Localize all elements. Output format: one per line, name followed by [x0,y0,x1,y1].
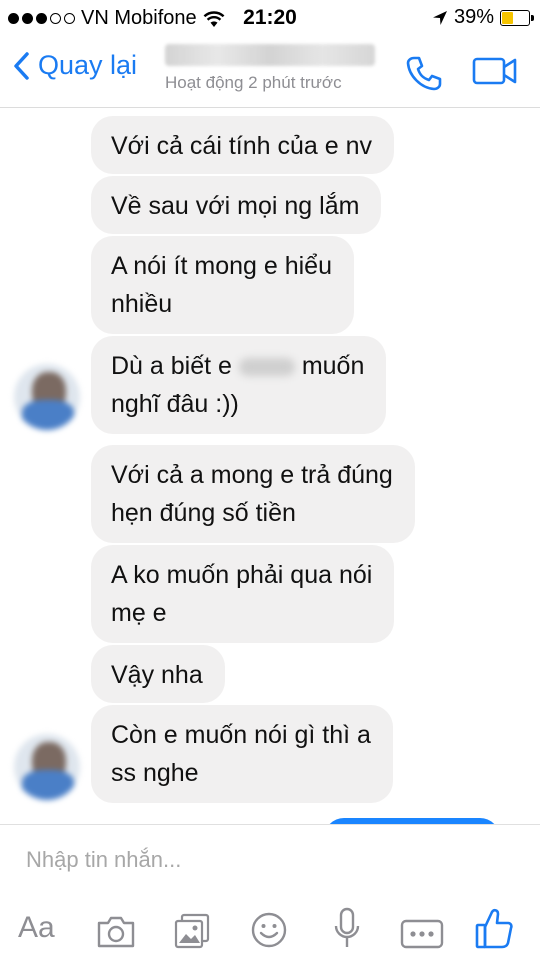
message-bubble[interactable]: A nói ít mong e hiểu nhiều [91,236,354,334]
message-text-line: mẹ e [111,599,167,627]
message-bubble[interactable]: Dù a biết e muốn nghĩ đâu :)) [91,336,387,434]
more-icon[interactable] [400,911,444,957]
message-text-line: nhiều [111,290,173,318]
emoji-icon[interactable] [250,907,288,953]
message-bubble[interactable]: Vậy nha [91,645,225,703]
message-text-line: muốn [301,352,365,380]
battery-percent: 39% [453,6,494,28]
message-text-line: A ko muốn phải qua nói [111,561,373,589]
message-bubble[interactable]: Còn e muốn nói gì thì a ss nghe [91,705,393,803]
active-status: Hoạt động 2 phút trước [165,73,342,92]
message-bubble[interactable]: Về sau với mọi ng lắm [91,176,382,234]
back-button[interactable]: Quay lại [12,50,137,81]
back-label: Quay lại [38,50,138,80]
message-text: Về sau với mọi ng lắm [111,192,360,220]
like-icon[interactable] [474,905,514,951]
conversation-header: Quay lại Hoạt động 2 phút trước [0,36,540,108]
camera-icon[interactable] [96,909,136,955]
message-bubble[interactable]: Với cả cái tính của e nv [91,116,394,174]
message-bubble[interactable]: A ko muốn phải qua nói mẹ e [91,545,395,643]
message-text-line: Còn e muốn nói gì thì a [111,721,371,749]
message-text-line: A nói ít mong e hiểu [111,252,332,280]
photo-gallery-icon[interactable] [174,908,210,954]
message-bubble[interactable]: Với cả a mong e trả đúng hẹn đúng số tiề… [91,445,415,543]
text-format-icon[interactable]: Aa [18,905,55,951]
microphone-icon[interactable] [333,905,361,951]
battery-icon [500,9,534,26]
back-chevron-icon [14,51,29,80]
message-text: Vậy nha [111,661,203,689]
battery-fill [502,11,513,24]
status-right-group: 39% [432,6,534,29]
message-input[interactable]: Nhập tin nhắn... [26,847,181,873]
avatar[interactable] [14,734,80,800]
phone-icon[interactable] [405,54,443,92]
message-text-line: nghĩ đâu :)) [111,390,239,418]
message-list[interactable]: Với cả cái tính của e nv Về sau với mọi … [0,108,540,824]
redacted-word [238,358,295,377]
composer-toolbar: Aa [0,905,540,955]
message-text-line: Dù a biết e [111,352,232,380]
contact-name-redacted [165,44,375,66]
message-text-line: ss nghe [111,759,199,787]
status-bar: VN Mobifone 21:20 39% [0,0,540,36]
message-text-line: Với cả a mong e trả đúng [111,461,393,489]
message-text: Với cả cái tính của e nv [111,132,372,160]
avatar[interactable] [14,364,80,430]
video-call-icon[interactable] [472,54,518,88]
message-text-line: hẹn đúng số tiền [111,499,296,527]
contact-info[interactable]: Hoạt động 2 phút trước [165,44,385,93]
location-arrow-icon [432,10,447,25]
message-composer: Nhập tin nhắn... Aa [0,824,540,960]
